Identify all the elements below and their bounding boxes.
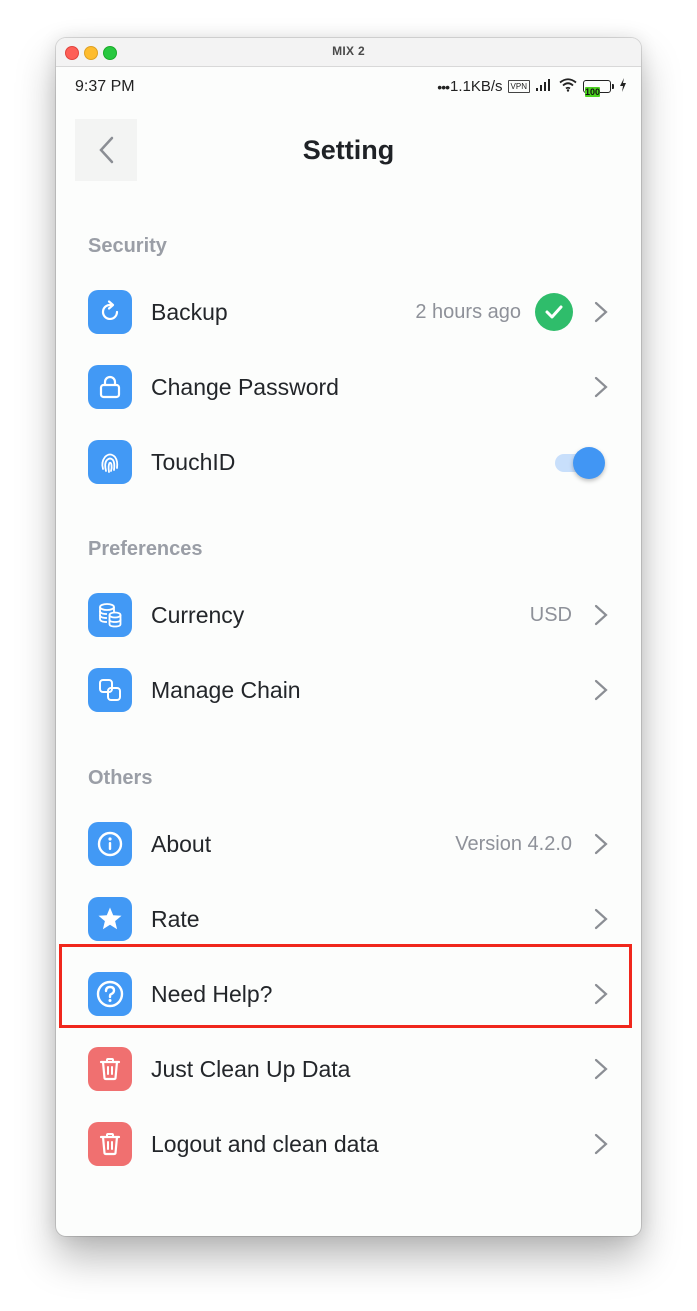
- charging-icon: [619, 77, 627, 96]
- info-icon: [88, 822, 132, 866]
- chevron-right-icon: [594, 679, 608, 701]
- section-title-preferences: Preferences: [88, 538, 203, 560]
- settings-item-label: Logout and clean data: [151, 1131, 379, 1157]
- settings-item-just-clean-up-data[interactable]: Just Clean Up Data: [56, 1032, 641, 1107]
- status-bar: 9:37 PM ••• 1.1KB/s VPN 100: [56, 67, 641, 105]
- touchid-toggle[interactable]: [555, 447, 605, 479]
- chevron-right-icon: [594, 833, 608, 855]
- settings-item-label: Just Clean Up Data: [151, 1056, 351, 1082]
- vpn-icon: VPN: [507, 80, 530, 93]
- currency-value: USD: [529, 604, 572, 626]
- star-icon: [88, 897, 132, 941]
- lock-icon: [88, 365, 132, 409]
- window-titlebar: MIX 2: [56, 38, 641, 67]
- coins-icon: [88, 593, 132, 637]
- settings-item-need-help[interactable]: Need Help?: [56, 957, 641, 1032]
- settings-item-label: Currency: [151, 602, 245, 628]
- settings-item-label: Manage Chain: [151, 677, 301, 703]
- status-time: 9:37 PM: [75, 78, 135, 95]
- chevron-right-icon: [594, 1058, 608, 1080]
- settings-item-label: Need Help?: [151, 981, 273, 1007]
- settings-item-label: Rate: [151, 906, 200, 932]
- version-value: Version 4.2.0: [455, 833, 572, 855]
- battery-level: 100: [585, 87, 601, 97]
- chevron-right-icon: [594, 983, 608, 1005]
- settings-item-change-password[interactable]: Change Password: [56, 350, 641, 425]
- check-icon: [535, 293, 573, 331]
- fingerprint-icon: [88, 440, 132, 484]
- chevron-right-icon: [594, 908, 608, 930]
- refresh-icon: [88, 290, 132, 334]
- settings-item-currency[interactable]: Currency USD: [56, 578, 641, 653]
- section-title-security: Security: [88, 235, 167, 257]
- chevron-right-icon: [594, 301, 608, 323]
- window-title: MIX 2: [332, 44, 365, 58]
- page-header: Setting: [56, 105, 641, 185]
- section-title-others: Others: [88, 767, 153, 789]
- settings-item-logout-and-clean-data[interactable]: Logout and clean data: [56, 1107, 641, 1182]
- question-icon: [88, 972, 132, 1016]
- chevron-right-icon: [594, 604, 608, 626]
- settings-item-label: Change Password: [151, 374, 339, 400]
- settings-item-label: Backup: [151, 299, 228, 325]
- settings-item-rate[interactable]: Rate: [56, 882, 641, 957]
- chevron-right-icon: [594, 376, 608, 398]
- settings-item-about[interactable]: About Version 4.2.0: [56, 807, 641, 882]
- backup-time: 2 hours ago: [415, 301, 521, 323]
- battery-icon: 100: [583, 80, 614, 97]
- dots-icon: •••: [437, 78, 450, 95]
- page-title: Setting: [302, 135, 395, 165]
- chevron-right-icon: [594, 1133, 608, 1155]
- trash-icon: [88, 1122, 132, 1166]
- settings-item-touchid: TouchID: [56, 425, 641, 500]
- trash-icon: [88, 1047, 132, 1091]
- link-squares-icon: [88, 668, 132, 712]
- settings-item-label: TouchID: [151, 449, 236, 475]
- settings-item-backup[interactable]: Backup 2 hours ago: [56, 275, 641, 350]
- app-window: MIX 2 9:37 PM ••• 1.1KB/s VPN 100 Settin…: [56, 38, 641, 1236]
- network-speed: 1.1KB/s: [450, 78, 503, 95]
- settings-item-manage-chain[interactable]: Manage Chain: [56, 653, 641, 728]
- settings-item-label: About: [151, 831, 212, 857]
- signal-icon: [535, 78, 553, 96]
- wifi-icon: [558, 77, 578, 96]
